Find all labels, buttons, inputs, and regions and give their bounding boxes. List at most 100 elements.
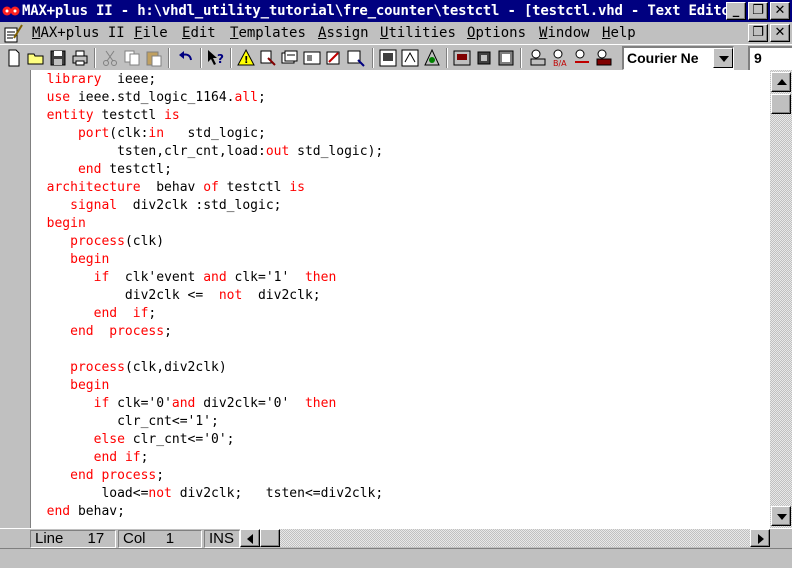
code-line[interactable]: end process; [31, 467, 164, 485]
scroll-left-button[interactable] [240, 529, 260, 547]
find-next-icon[interactable] [572, 48, 592, 68]
document-pen-icon[interactable] [2, 24, 26, 44]
code-line[interactable]: architecture behav of testctl is [31, 179, 305, 197]
undo-icon[interactable] [176, 48, 196, 68]
cut-icon[interactable] [100, 48, 120, 68]
menu-help[interactable]: Help [602, 25, 636, 41]
timing-analyzer-icon[interactable] [422, 48, 442, 68]
code-line[interactable]: begin [31, 377, 109, 395]
code-line[interactable]: begin [31, 215, 86, 233]
vertical-scrollbar[interactable] [770, 70, 792, 528]
programmer-icon[interactable] [452, 48, 472, 68]
scroll-down-button[interactable] [771, 506, 791, 526]
code-line[interactable]: div2clk <= not div2clk; [31, 287, 321, 305]
font-dropdown-button[interactable] [713, 48, 733, 68]
minimize-button[interactable]: _ [726, 2, 746, 20]
menu-options[interactable]: Options [467, 25, 526, 41]
code-line[interactable]: tsten,clr_cnt,load:out std_logic); [31, 143, 383, 161]
hscroll-thumb[interactable] [260, 529, 280, 547]
warning-icon[interactable]: ! [236, 48, 256, 68]
menu-assign[interactable]: Assign [318, 25, 369, 41]
code-line[interactable]: load<=not div2clk; tsten<=div2clk; [31, 485, 383, 503]
scroll-up-button[interactable] [771, 72, 791, 92]
find-prev-icon[interactable] [594, 48, 614, 68]
code-text: testctl; [101, 162, 172, 177]
code-line[interactable]: if clk'event and clk='1' then [31, 269, 337, 287]
code-text: div2clk='0' [195, 396, 305, 411]
font-size-value: 9 [754, 50, 762, 66]
compile-icon[interactable] [378, 48, 398, 68]
code-line[interactable]: clr_cnt<='1'; [31, 413, 219, 431]
code-line[interactable]: if clk='0'and div2clk='0' then [31, 395, 337, 413]
code-keyword: architecture [46, 180, 141, 195]
code-text: div2clk <= [31, 288, 219, 303]
menu-maxplus[interactable]: MAX+plus II [32, 25, 125, 41]
code-line[interactable]: process(clk) [31, 233, 164, 251]
code-text: clk='1' [226, 270, 305, 285]
child-close-button[interactable]: ✕ [770, 24, 790, 42]
save-icon[interactable] [48, 48, 68, 68]
code-line[interactable]: process(clk,div2clk) [31, 359, 227, 377]
menu-edit[interactable]: Edit [182, 25, 216, 41]
code-text: clr_cnt<='0'; [124, 432, 235, 447]
chip-icon[interactable] [474, 48, 494, 68]
scroll-right-button[interactable] [750, 529, 770, 547]
stack-docs-icon[interactable] [280, 48, 300, 68]
context-help-icon[interactable]: ? [206, 48, 226, 68]
code-line[interactable]: end behav; [31, 503, 125, 521]
scroll-thumb[interactable] [771, 94, 791, 114]
menu-utilities[interactable]: Utilities [380, 25, 456, 41]
code-keyword: if [132, 306, 149, 321]
code-editor[interactable]: library ieee; use ieee.std_logic_1164.al… [30, 70, 770, 528]
menu-file[interactable]: File [134, 25, 168, 41]
font-name-select[interactable]: Courier Ne [622, 46, 734, 70]
find-replace-icon[interactable]: B/A [550, 48, 570, 68]
menu-templates[interactable]: Templates [230, 25, 306, 41]
code-keyword: is [164, 108, 180, 123]
floorplan-icon[interactable] [302, 48, 322, 68]
find-icon[interactable] [528, 48, 548, 68]
code-line[interactable]: use ieee.std_logic_1164.all; [31, 89, 266, 107]
open-folder-icon[interactable] [26, 48, 46, 68]
code-line[interactable]: port(clk:in std_logic; [31, 125, 266, 143]
font-size-input[interactable]: 9 [748, 46, 792, 70]
new-file-icon[interactable] [4, 48, 24, 68]
simulate-icon[interactable] [400, 48, 420, 68]
line-value: 17 [87, 530, 105, 547]
insert-mode-indicator: INS [204, 530, 240, 548]
device-icon[interactable] [496, 48, 516, 68]
code-keyword: else [93, 432, 125, 447]
code-line[interactable]: end process; [31, 323, 172, 341]
arrow-left-icon [247, 534, 253, 544]
menu-window[interactable]: Window [539, 25, 590, 41]
code-line[interactable]: begin [31, 251, 109, 269]
code-keyword: process [109, 324, 165, 339]
code-line[interactable]: end if; [31, 305, 157, 323]
code-line[interactable]: end testctl; [31, 161, 172, 179]
waveform-icon[interactable] [346, 48, 366, 68]
paste-icon[interactable] [144, 48, 164, 68]
code-keyword: begin [46, 216, 86, 231]
code-line[interactable]: library ieee; [31, 71, 157, 89]
code-keyword: end [77, 162, 102, 177]
child-restore-button[interactable]: ❐ [748, 24, 768, 42]
maxplus-app-icon[interactable] [2, 3, 20, 19]
copy-icon[interactable] [122, 48, 142, 68]
minimize-icon: _ [732, 3, 740, 18]
hierarchy-icon[interactable] [258, 48, 278, 68]
symbol-icon[interactable] [324, 48, 344, 68]
restore-icon: ❐ [752, 3, 764, 18]
code-line[interactable]: entity testctl is [31, 107, 180, 125]
code-line[interactable]: end if; [31, 449, 149, 467]
code-line[interactable]: signal div2clk :std_logic; [31, 197, 281, 215]
horizontal-scrollbar[interactable] [240, 529, 770, 547]
code-keyword: end [93, 450, 118, 465]
restore-button[interactable]: ❐ [748, 2, 768, 20]
code-line[interactable]: else clr_cnt<='0'; [31, 431, 235, 449]
close-button[interactable]: ✕ [770, 2, 790, 20]
print-icon[interactable] [70, 48, 90, 68]
